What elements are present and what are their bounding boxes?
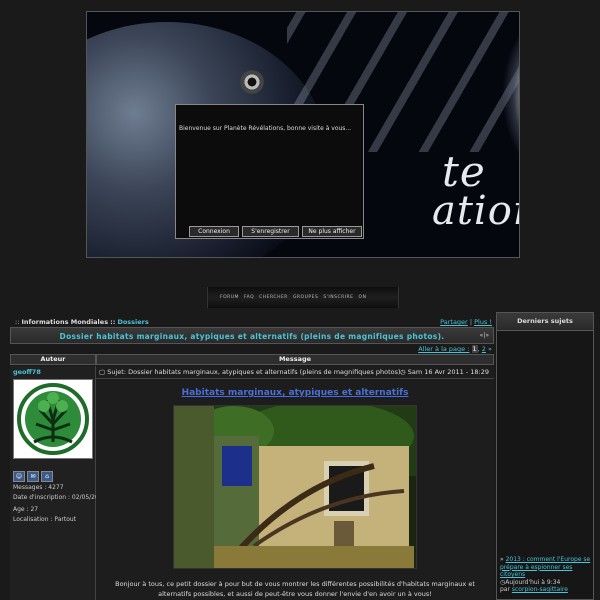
welcome-message: Bienvenue sur Planète Révélations, bonne… — [179, 125, 352, 132]
entry-bullet: » — [500, 556, 504, 563]
author-column-header: Auteur — [10, 354, 96, 365]
post-subject-text: Sujet: Dossier habitats marginaux, atypi… — [107, 368, 403, 376]
nav-forum[interactable]: FORUM — [220, 295, 239, 300]
hurricane-image — [237, 67, 267, 97]
latest-topics-header: Derniers sujets — [497, 313, 593, 331]
nav-groups[interactable]: GROUPES — [293, 295, 318, 300]
clock-icon: ◷ — [400, 368, 406, 376]
join-date: Date d'inscription : 02/05/2009 — [13, 494, 107, 501]
nav-faq[interactable]: FAQ — [244, 295, 254, 300]
age: Age : 27 — [13, 506, 39, 513]
more-link[interactable]: Plus ! — [474, 318, 492, 326]
breadcrumb: :: Informations Mondiales :: Dossiers — [15, 318, 149, 326]
house-photo — [173, 405, 417, 569]
dont-show-again-button[interactable]: Ne plus afficher — [302, 226, 362, 237]
latest-topic-link[interactable]: 2013 : comment l'Europe se prépare à esp… — [500, 556, 590, 578]
avatar — [13, 379, 93, 459]
location: Localisation : Partout — [13, 516, 77, 523]
profile-icon[interactable]: ☺ — [13, 471, 25, 482]
post-author-name[interactable]: geoff78 — [13, 368, 41, 376]
forum-topic: :: Informations Mondiales :: Dossiers Pa… — [10, 318, 494, 600]
topic-nav-arrows[interactable]: «|» — [480, 332, 489, 339]
post-count: Messages : 4277 — [13, 484, 64, 491]
post-subject: ▢ Sujet: Dossier habitats marginaux, aty… — [99, 368, 403, 376]
breadcrumb-section[interactable]: Informations Mondiales — [21, 318, 108, 326]
post-icon: ▢ — [99, 368, 106, 376]
email-icon[interactable]: ✉ — [27, 471, 39, 482]
banner-title-line2: ations — [432, 188, 519, 234]
angel-image — [502, 27, 519, 177]
post-message-panel: ▢ Sujet: Dossier habitats marginaux, aty… — [96, 366, 494, 600]
column-headers: Auteur Message — [10, 354, 494, 365]
nav-search[interactable]: CHERCHER — [259, 295, 288, 300]
topic-title: Dossier habitats marginaux, atypiques et… — [59, 332, 445, 341]
page-2[interactable]: 2 — [482, 345, 486, 353]
website-icon[interactable]: ⌂ — [41, 471, 53, 482]
post-heading-link[interactable]: Habitats marginaux, atypiques et alterna… — [96, 388, 494, 398]
register-button[interactable]: S'enregistrer — [242, 226, 299, 237]
goto-page-label[interactable]: Aller à la page : — [418, 345, 469, 353]
next-page[interactable]: » — [488, 345, 492, 353]
post-date-text: Sam 16 Avr 2011 - 18:29 — [407, 368, 489, 376]
share-links: Partager | Plus ! — [440, 318, 492, 326]
latest-topic-time: Aujourd'hui à 9:34 — [505, 578, 561, 586]
message-column-header: Message — [96, 354, 494, 365]
welcome-popup: Bienvenue sur Planète Révélations, bonne… — [175, 104, 364, 239]
main-navigation: FORUM FAQ CHERCHER GROUPES S'INSCRIRE ON — [207, 287, 399, 308]
latest-topics-panel: Derniers sujets » 2013 : comment l'Europ… — [496, 312, 594, 600]
nav-register[interactable]: S'INSCRIRE — [323, 295, 353, 300]
post-body-line2: alternatifs possibles, et aussi de peut-… — [158, 590, 432, 598]
pagination: Aller à la page : 1, 2 » — [418, 345, 492, 353]
share-link[interactable]: Partager — [440, 318, 468, 326]
nav-login[interactable]: ON — [359, 295, 367, 300]
latest-topic-by: par — [500, 586, 510, 593]
page-1: 1 — [471, 345, 478, 353]
post-body-line1: Bonjour à tous, ce petit dossier à pour … — [115, 580, 475, 588]
post-date: ◷ Sam 16 Avr 2011 - 18:29 — [400, 368, 489, 376]
breadcrumb-prefix: :: — [15, 318, 20, 326]
login-button[interactable]: Connexion — [189, 226, 239, 237]
breadcrumb-current[interactable]: Dossiers — [117, 318, 148, 326]
share-separator: | — [469, 318, 473, 326]
topic-title-bar: Dossier habitats marginaux, atypiques et… — [10, 327, 494, 344]
latest-topic-entry: » 2013 : comment l'Europe se prépare à e… — [500, 556, 592, 594]
post-author-panel: geoff78 ☺ ✉ ⌂ Messages : 4277 Date d'ins… — [10, 366, 106, 600]
post-divider — [96, 378, 494, 379]
latest-topic-user[interactable]: scorpion-sagittaire — [512, 586, 568, 593]
breadcrumb-separator: :: — [110, 318, 116, 326]
